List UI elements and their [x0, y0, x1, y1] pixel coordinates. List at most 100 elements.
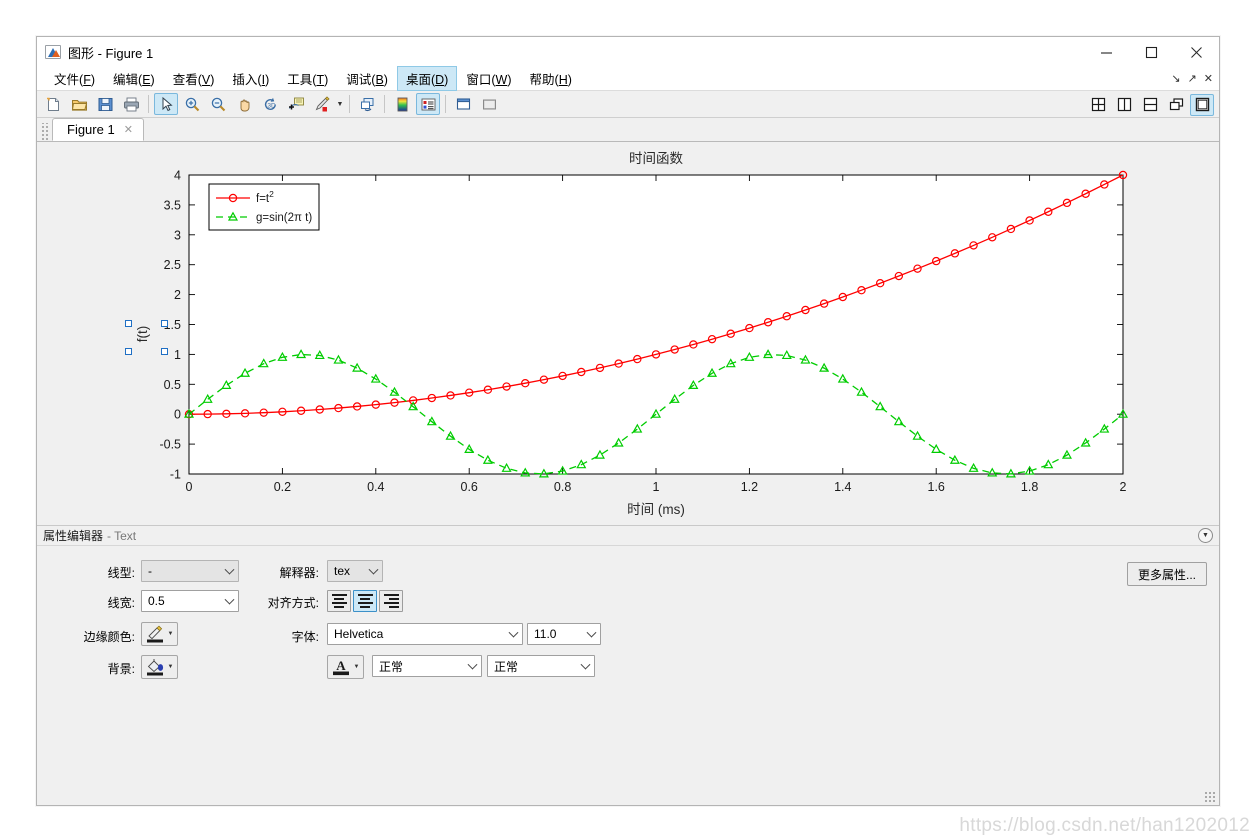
new-axes-icon[interactable] [451, 93, 475, 115]
alignment-button-group [327, 590, 403, 612]
menu-help[interactable]: 帮助(H) [521, 66, 581, 91]
chart-title: 时间函数 [629, 151, 683, 166]
maximize-button[interactable] [1129, 37, 1174, 67]
menu-view[interactable]: 查看(V) [164, 66, 224, 91]
linestyle-dropdown[interactable]: - [141, 560, 239, 582]
x-tick-label: 0.6 [461, 480, 478, 494]
plot-browser-icon[interactable] [477, 93, 501, 115]
ylabel-handle-tl[interactable] [125, 320, 132, 327]
minimize-panel-icon[interactable]: ↘ [1171, 73, 1180, 85]
chevron-down-icon: ▼ [167, 664, 174, 670]
font-size-dropdown[interactable]: 11.0 [527, 623, 601, 645]
chevron-down-icon [580, 659, 591, 670]
x-tick-label: 1.8 [1021, 480, 1038, 494]
menu-desktop[interactable]: 桌面(D) [396, 66, 458, 91]
menu-debug[interactable]: 调试(B) [337, 66, 397, 91]
pointer-icon[interactable] [154, 93, 178, 115]
menu-edit-label: 编辑 [113, 73, 139, 87]
tab-close-icon[interactable]: ✕ [124, 123, 133, 136]
menu-view-accel: V [201, 73, 211, 87]
menu-help-label: 帮助 [529, 73, 555, 87]
cascade-icon[interactable] [1164, 94, 1188, 116]
toolbar-separator [148, 95, 149, 113]
link-data-icon[interactable] [355, 93, 379, 115]
background-label: 背景: [107, 662, 135, 676]
left-align-icon[interactable] [327, 590, 351, 612]
undock-icon[interactable]: ↗ [1188, 73, 1197, 85]
chevron-down-icon [508, 627, 519, 638]
chevron-down-icon [586, 627, 597, 638]
figure-canvas[interactable]: 0 0.2 0.4 0.6 0.8 1 1.2 1.4 1.6 1.8 2 -1 -0.5 0 0.5 1 1.… [37, 142, 1219, 526]
plot-area[interactable]: 0 0.2 0.4 0.6 0.8 1 1.2 1.4 1.6 1.8 2-1-0.500.511.… [37, 142, 1219, 526]
more-properties-button[interactable]: 更多属性... [1126, 562, 1207, 586]
toolbar-separator-4 [445, 95, 446, 113]
font-family-dropdown[interactable]: Helvetica [327, 623, 523, 645]
y-tick-label: 2.5 [164, 258, 181, 272]
menu-file[interactable]: 文件(F) [45, 66, 104, 91]
property-editor-title: 属性编辑器 [43, 529, 104, 543]
colorbar-icon[interactable] [390, 93, 414, 115]
background-color-picker[interactable]: ▼ [141, 655, 178, 679]
menu-insert-accel: I [261, 73, 266, 87]
legend: f=t2g=sin(2π t) [208, 183, 320, 231]
menu-debug-label: 调试 [346, 73, 372, 87]
window-title: 图形 - Figure 1 [68, 45, 154, 61]
new-figure-icon[interactable] [41, 93, 65, 115]
chevron-down-circle-icon[interactable]: ▼ [1198, 528, 1213, 543]
figure-window: 图形 - Figure 1 文件(F) 编辑(E) 查看(V) 插入(I) 工具… [36, 36, 1220, 806]
brush-dropdown-caret[interactable]: ▼ [335, 93, 345, 115]
title-left-group: 图形 - Figure 1 [37, 43, 153, 62]
window-controls [1084, 37, 1219, 67]
open-file-icon[interactable] [67, 93, 91, 115]
pan-icon[interactable] [232, 93, 256, 115]
property-editor-body: 线型: - 解释器: tex 线宽: 0.5 对齐方式: 边缘颜色: ▼ 字体:… [37, 546, 1219, 805]
resize-grip[interactable] [1204, 791, 1216, 803]
x-tick-label: 0.2 [274, 480, 291, 494]
tab-drag-grip[interactable] [41, 123, 49, 140]
tile-vertical-icon[interactable] [1112, 94, 1136, 116]
property-editor-header: 属性编辑器 - Text ▼ [37, 526, 1219, 546]
right-align-icon[interactable] [379, 590, 403, 612]
menu-edit[interactable]: 编辑(E) [104, 66, 164, 91]
title-bar: 图形 - Figure 1 [37, 37, 1219, 67]
minimize-button[interactable] [1084, 37, 1129, 67]
legend-icon[interactable] [416, 93, 440, 115]
tile-horizontal-icon[interactable] [1138, 94, 1162, 116]
zoom-out-icon[interactable] [206, 93, 230, 115]
center-align-icon[interactable] [353, 590, 377, 612]
print-icon[interactable] [119, 93, 143, 115]
svg-text:A: A [336, 658, 346, 673]
brush-icon[interactable] [310, 93, 334, 115]
ylabel-handle-tr[interactable] [161, 320, 168, 327]
font-angle-dropdown[interactable]: 正常 [487, 655, 595, 677]
menu-window[interactable]: 窗口(W) [457, 66, 520, 91]
rotate-3d-icon[interactable]: 3D [258, 93, 282, 115]
single-pane-icon[interactable] [1190, 93, 1214, 116]
menu-tools[interactable]: 工具(T) [278, 66, 337, 91]
data-cursor-icon[interactable] [284, 93, 308, 115]
zoom-in-icon[interactable] [180, 93, 204, 115]
toolbar-separator-2 [349, 95, 350, 113]
edgecolor-picker[interactable]: ▼ [141, 622, 178, 646]
menu-tools-label: 工具 [287, 73, 313, 87]
tab-figure-1-label: Figure 1 [67, 122, 115, 137]
close-panel-icon[interactable]: ✕ [1204, 73, 1213, 85]
y-tick-label: 3.5 [164, 198, 181, 212]
ylabel-handle-bl[interactable] [125, 348, 132, 355]
y-tick-label: -1 [170, 468, 181, 482]
property-editor-subtitle: - Text [107, 528, 137, 543]
menu-edit-accel: E [142, 73, 151, 87]
interpreter-dropdown[interactable]: tex [327, 560, 383, 582]
x-tick-label: 1.2 [741, 480, 758, 494]
font-weight-dropdown[interactable]: 正常 [372, 655, 482, 677]
menu-bar: 文件(F) 编辑(E) 查看(V) 插入(I) 工具(T) 调试(B) 桌面(D… [37, 66, 1219, 91]
tab-figure-1[interactable]: Figure 1 ✕ [52, 118, 144, 141]
chevron-down-icon: ▼ [353, 664, 360, 670]
menu-insert[interactable]: 插入(I) [223, 66, 278, 91]
close-button[interactable] [1174, 37, 1219, 67]
font-color-picker[interactable]: A ▼ [327, 655, 364, 679]
ylabel-handle-br[interactable] [161, 348, 168, 355]
tile-4-icon[interactable] [1086, 94, 1110, 116]
save-icon[interactable] [93, 93, 117, 115]
y-tick-label: 3 [174, 228, 181, 242]
